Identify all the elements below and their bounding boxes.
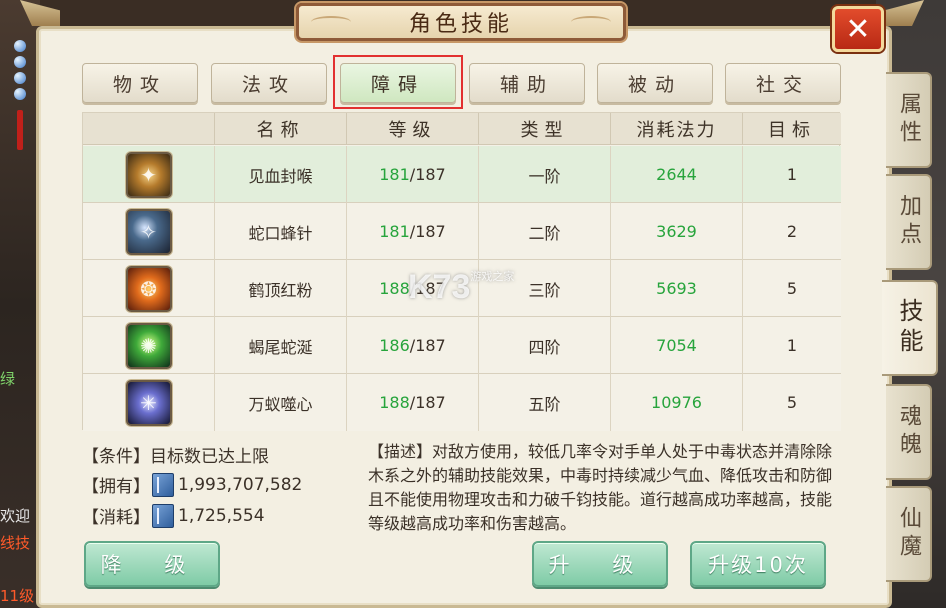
skill-name: 蝎尾蛇涎: [215, 317, 347, 374]
skill-condition: 【条件】目标数已达上限: [82, 447, 269, 467]
table-header: 名称 等级 类型 消耗法力 目标: [83, 113, 841, 145]
table-row[interactable]: ✧ 蛇口蜂针 181/187 二阶 3629 2: [83, 203, 841, 260]
skill-name: 万蚁噬心: [215, 374, 347, 431]
skill-book-icon: [152, 472, 174, 497]
skill-target: 2: [786, 222, 798, 241]
golden-flame-skill-icon: ✦: [125, 151, 172, 198]
header-level: 等级: [347, 113, 479, 145]
purple-web-skill-icon: ✳: [125, 379, 172, 426]
upgrade-button[interactable]: 升 级: [532, 541, 668, 587]
table-row[interactable]: ✦ 见血封喉 181/187 一阶 2644 1: [83, 146, 841, 203]
tab-physical-attack[interactable]: 物攻: [82, 63, 198, 103]
red-crest-skill-icon: ❂: [125, 265, 172, 312]
cost-points: 【消耗】 1,725,554: [82, 503, 265, 528]
skill-level-max: /187: [409, 393, 446, 412]
cost-value: 1,725,554: [178, 505, 265, 526]
side-tab-label: 属性: [896, 92, 921, 148]
watermark-sub: 游戏之家: [470, 271, 515, 283]
owned-points: 【拥有】 1,993,707,582: [82, 472, 302, 497]
skill-mana-cost: 2644: [611, 146, 743, 203]
tab-support[interactable]: 辅助: [469, 63, 585, 103]
skill-level-max: /187: [409, 165, 446, 184]
header-mana-cost: 消耗法力: [611, 113, 743, 145]
skill-name: 见血封喉: [215, 146, 347, 203]
skill-name: 鹤顶红粉: [215, 260, 347, 317]
skill-level: 186/187: [347, 317, 479, 374]
table-row[interactable]: ✳ 万蚁噬心 188/187 五阶 10976 5: [83, 374, 841, 431]
upgrade-10-times-button[interactable]: 升级10次: [690, 541, 826, 587]
skill-target: 1: [786, 165, 798, 184]
header-icon-column: [83, 113, 215, 145]
cloud-ornament-icon: [311, 16, 351, 28]
tab-passive[interactable]: 被动: [597, 63, 713, 103]
skill-mana-cost: 7054: [611, 317, 743, 374]
tab-magic-attack[interactable]: 法攻: [211, 63, 327, 103]
skill-level-max: /187: [409, 222, 446, 241]
side-tab-immortal-demon[interactable]: 仙魔: [886, 486, 932, 582]
window-title: 角色技能: [408, 12, 513, 37]
skill-description: 【描述】对敌方使用，较低几率令对手单人处于中毒状态并清除除木系之外的辅助技能效果…: [368, 442, 833, 533]
hanging-charm-icon: [12, 40, 28, 150]
skill-level-current: 188: [379, 393, 410, 412]
cost-label: 【消耗】: [82, 508, 150, 528]
skill-type: 五阶: [479, 374, 611, 431]
owned-label: 【拥有】: [82, 477, 150, 497]
skill-level: 188/187: [347, 374, 479, 431]
table-row[interactable]: ✺ 蝎尾蛇涎 186/187 四阶 7054 1: [83, 317, 841, 374]
skill-level-current: 186: [379, 336, 410, 355]
skill-icon-cell: ✳: [83, 374, 215, 431]
side-tab-label: 魂魄: [896, 404, 921, 460]
watermark-main: K73: [408, 268, 471, 306]
skill-icon-cell: ❂: [83, 260, 215, 317]
tab-social[interactable]: 社交: [725, 63, 841, 103]
skill-mana-cost: 10976: [611, 374, 743, 431]
header-type: 类型: [479, 113, 611, 145]
side-tab-add-points[interactable]: 加点: [886, 174, 932, 270]
side-tab-label: 技能: [895, 298, 923, 358]
side-tab-skills[interactable]: 技能: [882, 280, 938, 376]
background-chat-text: 欢迎: [0, 507, 31, 525]
skill-book-icon: [152, 503, 174, 528]
downgrade-button[interactable]: 降 级: [84, 541, 220, 587]
active-tab-highlight: [333, 55, 463, 109]
side-tab-attributes[interactable]: 属性: [886, 72, 932, 168]
skill-target: 1: [786, 336, 798, 355]
skill-type: 二阶: [479, 203, 611, 260]
skill-icon-cell: ✦: [83, 146, 215, 203]
skill-target: 5: [786, 393, 798, 412]
background-chat-text: 11级: [0, 587, 35, 605]
skill-type: 一阶: [479, 146, 611, 203]
skill-icon-cell: ✧: [83, 203, 215, 260]
skill-mana-cost: 5693: [611, 260, 743, 317]
blue-spark-skill-icon: ✧: [125, 208, 172, 255]
close-button[interactable]: ✕: [832, 6, 884, 52]
skill-type: 四阶: [479, 317, 611, 374]
skill-target: 5: [786, 279, 798, 298]
side-tab-soul[interactable]: 魂魄: [886, 384, 932, 480]
side-tab-label: 仙魔: [896, 506, 921, 562]
skill-level-current: 181: [379, 165, 410, 184]
green-venom-skill-icon: ✺: [125, 322, 172, 369]
skill-level: 181/187: [347, 146, 479, 203]
header-target: 目标: [768, 120, 816, 141]
skill-name: 蛇口蜂针: [215, 203, 347, 260]
background-chat-text: 绿: [0, 370, 16, 388]
background-chat-text: 线技: [0, 534, 31, 552]
skill-level-current: 181: [379, 222, 410, 241]
skill-mana-cost: 3629: [611, 203, 743, 260]
side-tab-label: 加点: [896, 194, 921, 250]
window-title-banner: 角色技能: [296, 3, 626, 41]
owned-value: 1,993,707,582: [178, 474, 303, 495]
skill-icon-cell: ✺: [83, 317, 215, 374]
skill-level: 181/187: [347, 203, 479, 260]
skill-level-max: /187: [409, 336, 446, 355]
cloud-ornament-icon: [571, 16, 611, 28]
watermark-logo: K73游戏之家: [408, 268, 538, 308]
header-name: 名称: [215, 113, 347, 145]
skill-level-current: 188: [379, 279, 410, 298]
close-icon: ✕: [845, 11, 871, 47]
